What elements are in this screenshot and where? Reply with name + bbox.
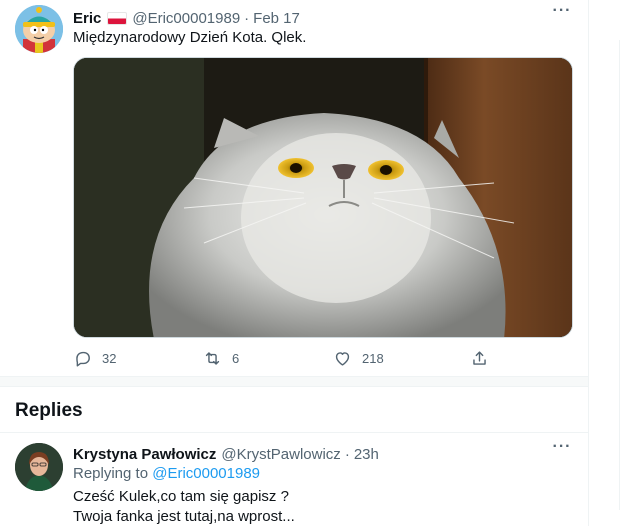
retweet-icon: [205, 351, 220, 365]
reply-more-icon[interactable]: ···: [552, 439, 572, 458]
cartman-avatar-icon: [15, 5, 63, 53]
reply-icon: [76, 351, 90, 366]
right-sidebar-edge: [588, 0, 620, 526]
reply-author-avatar[interactable]: [15, 443, 63, 491]
retweet-button[interactable]: 6: [203, 346, 239, 370]
replying-prefix: Replying to: [73, 465, 149, 482]
retweet-count: 6: [232, 350, 240, 366]
like-icon: [335, 351, 350, 366]
replying-to-line: Replying to @Eric00001989: [73, 464, 260, 484]
replies-heading: Replies: [15, 400, 83, 421]
tweet-photo-cat[interactable]: [73, 57, 573, 338]
tweet-text: Międzynarodowy Dzień Kota. Qlek.: [73, 29, 307, 46]
timeline-column: Eric @Eric00001989 · Feb 17 ··· Międzyna…: [0, 0, 588, 526]
person-avatar-icon: [15, 443, 63, 491]
like-button[interactable]: 218: [333, 346, 384, 370]
tweet-date[interactable]: Feb 17: [253, 10, 300, 27]
reply-header-separator: ·: [344, 445, 350, 463]
reply-time[interactable]: 23h: [354, 446, 379, 463]
replying-to-link[interactable]: @Eric00001989: [152, 465, 260, 482]
section-divider: [0, 376, 588, 387]
reply-author-name[interactable]: Krystyna Pawłowicz: [73, 446, 216, 463]
like-count: 218: [362, 350, 384, 366]
reply-text-line-2: Twoja fanka jest tutaj,na wprost...: [73, 508, 295, 525]
tweet-actions: 32 6 218: [73, 346, 513, 370]
reply-count: 32: [102, 350, 117, 366]
share-icon: [473, 350, 486, 365]
cat-photo-image: [74, 58, 572, 337]
header-separator: ·: [244, 9, 250, 27]
share-button[interactable]: [470, 346, 489, 370]
reply-author-handle[interactable]: @KrystPawlowicz: [221, 446, 340, 463]
reply-header: Krystyna Pawłowicz @KrystPawlowicz · 23h: [73, 444, 379, 464]
author-handle[interactable]: @Eric00001989: [132, 10, 240, 27]
author-name[interactable]: Eric: [73, 10, 101, 27]
more-icon[interactable]: ···: [552, 3, 572, 22]
author-avatar[interactable]: [15, 5, 63, 53]
reply-text-line-1: Cześć Kulek,co tam się gapisz ?: [73, 488, 289, 505]
reply-button[interactable]: 32: [73, 346, 116, 370]
main-tweet[interactable]: Eric @Eric00001989 · Feb 17 ··· Międzyna…: [0, 0, 588, 376]
tweet-header: Eric @Eric00001989 · Feb 17: [73, 8, 300, 28]
reply-text: Cześć Kulek,co tam się gapisz ? Twoja fa…: [73, 487, 295, 526]
poland-flag-icon: [107, 11, 128, 25]
replies-divider: [0, 432, 588, 433]
